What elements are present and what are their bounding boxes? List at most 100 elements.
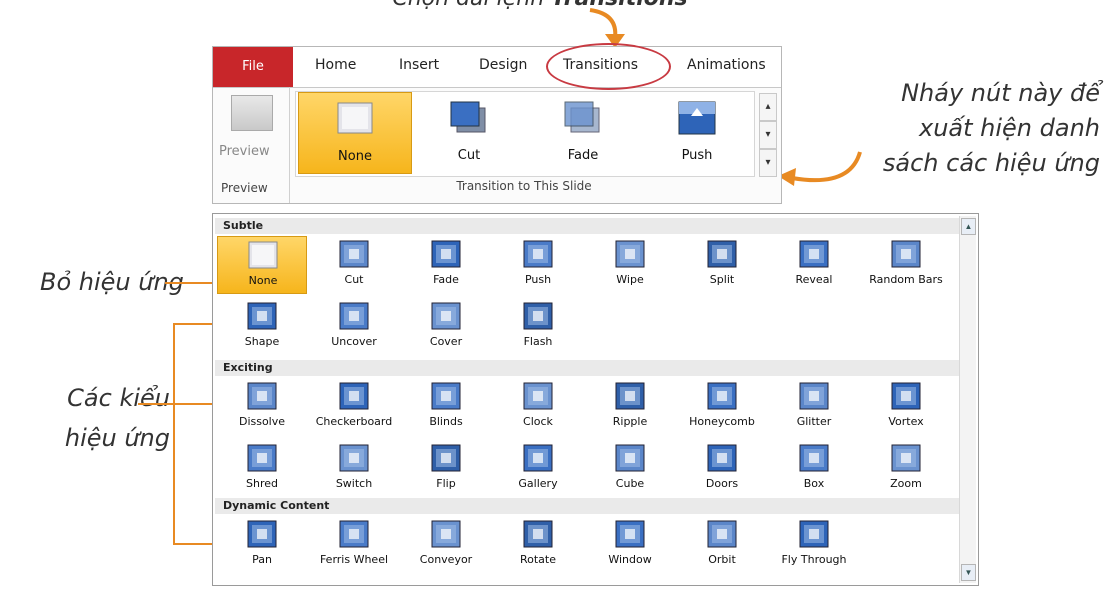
right-caption-line: sách các hiệu ứng <box>882 149 1100 177</box>
clock-icon <box>523 382 553 410</box>
transition-uncover[interactable]: Uncover <box>309 298 399 356</box>
transitions-highlight-ellipse <box>546 43 671 90</box>
transition-ferris-wheel[interactable]: Ferris Wheel <box>309 516 399 574</box>
orbit-icon <box>707 520 737 548</box>
preview-button[interactable]: Preview <box>219 144 270 159</box>
transition-none[interactable]: None <box>217 236 307 294</box>
ribbon-item-label: Cut <box>457 148 481 163</box>
types-annotation: Các kiểu hiệu ứng <box>20 378 170 458</box>
transition-cover[interactable]: Cover <box>401 298 491 356</box>
transition-orbit[interactable]: Orbit <box>677 516 767 574</box>
wipe-icon <box>615 240 645 268</box>
transition-blinds[interactable]: Blinds <box>401 378 491 436</box>
ribbon-item-push[interactable]: Push <box>640 92 754 174</box>
tab-design[interactable]: Design <box>479 57 527 73</box>
right-caption: Nháy nút này để xuất hiện danh sách các … <box>850 76 1100 181</box>
top-caption: Chọn dải lệnh Transitions <box>340 0 740 11</box>
blinds-icon <box>431 382 461 410</box>
window-icon <box>615 520 645 548</box>
transition-random-bars[interactable]: Random Bars <box>861 236 951 294</box>
ribbon-item-label: None <box>338 149 372 164</box>
tab-animations[interactable]: Animations <box>687 57 766 73</box>
gallery-scroll-up[interactable]: ▴ <box>759 93 777 121</box>
fade-icon <box>431 240 461 268</box>
scroll-down-button[interactable]: ▼ <box>961 564 976 581</box>
chevron-up-icon: ▴ <box>765 101 771 112</box>
transition-cube[interactable]: Cube <box>585 440 675 498</box>
transition-wipe[interactable]: Wipe <box>585 236 675 294</box>
transitions-panel: Subtle Exciting Dynamic Content None Cut F… <box>212 213 979 586</box>
transition-window[interactable]: Window <box>585 516 675 574</box>
shape-icon <box>247 302 277 330</box>
box-icon <box>799 444 829 472</box>
transition-zoom[interactable]: Zoom <box>861 440 951 498</box>
transition-conveyor[interactable]: Conveyor <box>401 516 491 574</box>
tab-file[interactable]: File <box>213 47 293 87</box>
transition-ripple[interactable]: Ripple <box>585 378 675 436</box>
none-icon <box>248 241 278 269</box>
transition-fly-through[interactable]: Fly Through <box>769 516 859 574</box>
ribbon: File Home Insert Design Transitions Anim… <box>212 43 782 204</box>
transition-clock[interactable]: Clock <box>493 378 583 436</box>
none-annotation: Bỏ hiệu ứng <box>40 268 184 296</box>
transition-cut[interactable]: Cut <box>309 236 399 294</box>
transition-shred[interactable]: Shred <box>217 440 307 498</box>
transition-rotate[interactable]: Rotate <box>493 516 583 574</box>
rotate-icon <box>523 520 553 548</box>
transition-dissolve[interactable]: Dissolve <box>217 378 307 436</box>
transition-checkerboard[interactable]: Checkerboard <box>309 378 399 436</box>
transition-group-label: Transition to This Slide <box>456 179 592 193</box>
scroll-up-button[interactable]: ▲ <box>961 218 976 235</box>
uncover-icon <box>339 302 369 330</box>
preview-group-label: Preview <box>221 181 268 195</box>
pan-icon <box>247 520 277 548</box>
transition-honeycomb[interactable]: Honeycomb <box>677 378 767 436</box>
gallery-more-button[interactable]: ▾ <box>759 149 777 177</box>
preview-icon[interactable] <box>231 95 273 131</box>
transition-gallery[interactable]: Gallery <box>493 440 583 498</box>
transition-shape[interactable]: Shape <box>217 298 307 356</box>
flash-icon <box>523 302 553 330</box>
ribbon-item-fade[interactable]: Fade <box>526 92 640 174</box>
arrow-down-icon: ▼ <box>964 568 973 577</box>
gallery-vertical-scrollbar[interactable]: ▲ ▼ <box>959 216 976 583</box>
right-caption-line: xuất hiện danh <box>918 114 1100 142</box>
tab-insert[interactable]: Insert <box>399 57 439 73</box>
arrow-to-more-button <box>778 151 862 186</box>
transition-glitter[interactable]: Glitter <box>769 378 859 436</box>
transition-label: Fly Through <box>781 553 847 566</box>
transition-split[interactable]: Split <box>677 236 767 294</box>
cut-icon <box>339 240 369 268</box>
transition-doors[interactable]: Doors <box>677 440 767 498</box>
ribbon-tab-bar: File Home Insert Design Transitions Anim… <box>213 43 781 90</box>
transition-vortex[interactable]: Vortex <box>861 378 951 436</box>
transition-fade[interactable]: Fade <box>401 236 491 294</box>
cover-icon <box>431 302 461 330</box>
gallery-scroll-controls: ▴ ▾ ▾ <box>759 93 777 177</box>
transition-flash[interactable]: Flash <box>493 298 583 356</box>
transition-label: Zoom <box>890 477 922 490</box>
transition-push[interactable]: Push <box>493 236 583 294</box>
expand-more-icon: ▾ <box>765 157 771 168</box>
ribbon-item-label: Fade <box>567 148 599 163</box>
types-bracket-vertical <box>173 323 175 544</box>
transition-reveal[interactable]: Reveal <box>769 236 859 294</box>
conveyor-icon <box>431 520 461 548</box>
transition-box[interactable]: Box <box>769 440 859 498</box>
gallery-scroll-down[interactable]: ▾ <box>759 121 777 149</box>
tab-home[interactable]: Home <box>315 57 356 73</box>
types-annotation-line: hiệu ứng <box>64 424 170 452</box>
transition-label: Random Bars <box>869 273 943 286</box>
doors-icon <box>707 444 737 472</box>
ribbon-item-label: Push <box>681 148 713 163</box>
ribbon-item-cut[interactable]: Cut <box>412 92 526 174</box>
transition-flip[interactable]: Flip <box>401 440 491 498</box>
reveal-icon <box>799 240 829 268</box>
transition-switch[interactable]: Switch <box>309 440 399 498</box>
transition-pan[interactable]: Pan <box>217 516 307 574</box>
ribbon-item-none[interactable]: None <box>298 92 412 174</box>
shred-icon <box>247 444 277 472</box>
push-icon <box>677 100 717 136</box>
vortex-icon <box>891 382 921 410</box>
transition-label: Flash <box>523 335 553 348</box>
